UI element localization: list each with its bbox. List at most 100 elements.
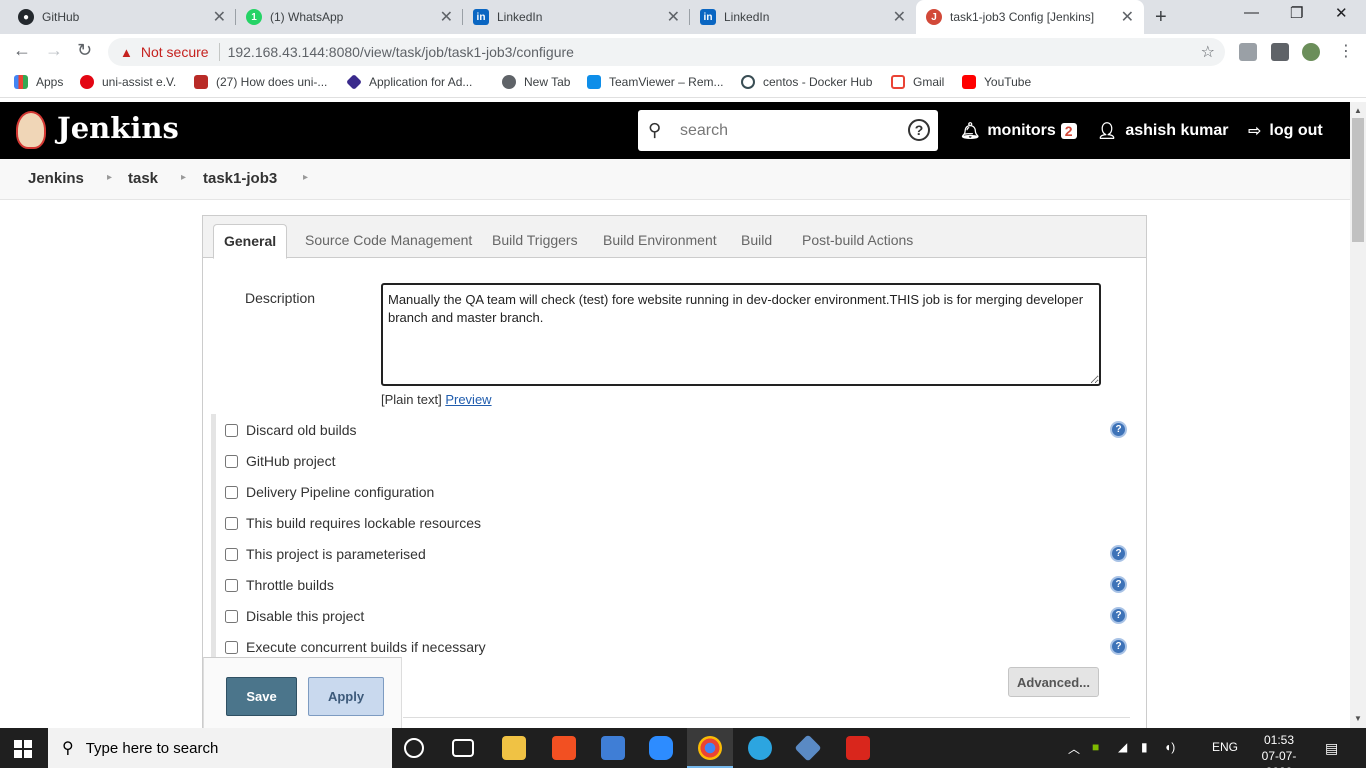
extensions-icon[interactable]	[1271, 43, 1289, 61]
apply-button[interactable]: Apply	[308, 677, 384, 716]
cortana-icon[interactable]	[404, 738, 424, 758]
page-scrollbar[interactable]: ▲ ▼	[1350, 102, 1366, 728]
parameterised-checkbox[interactable]	[225, 547, 238, 561]
taskbar-search-input[interactable]	[85, 739, 366, 757]
save-button[interactable]: Save	[226, 677, 297, 716]
menu-icon[interactable]: ⋮	[1338, 41, 1354, 61]
security-label[interactable]: Not secure	[141, 44, 209, 60]
tray-chevron-icon[interactable]: ︿	[1068, 740, 1080, 757]
description-textarea[interactable]: Manually the QA team will check (test) f…	[381, 283, 1101, 386]
user-link[interactable]: 👤︎ ashish kumar	[1097, 121, 1228, 141]
help-icon[interactable]: ?	[908, 119, 930, 141]
preview-link[interactable]: Preview	[445, 392, 491, 407]
restore-icon[interactable]: ❐	[1290, 4, 1303, 22]
browser-tab-jenkins[interactable]: J task1-job3 Config [Jenkins] ✕	[916, 0, 1144, 34]
search-input[interactable]	[680, 121, 900, 140]
telegram-icon[interactable]	[748, 736, 772, 760]
delivery-pipeline-checkbox[interactable]	[225, 485, 238, 499]
concurrent-builds-checkbox[interactable]	[225, 640, 238, 654]
option-lockable-resources[interactable]: This build requires lockable resources	[225, 515, 481, 531]
window-close-icon[interactable]: ✕	[1335, 4, 1348, 22]
bookmark-gmail[interactable]: Gmail	[891, 75, 944, 89]
store-icon[interactable]	[552, 736, 576, 760]
browser-tab-whatsapp[interactable]: 1 (1) WhatsApp ✕	[236, 0, 463, 34]
bookmark-new-tab[interactable]: New Tab	[502, 75, 570, 89]
nvidia-icon[interactable]: ■	[1092, 740, 1099, 754]
option-parameterised[interactable]: This project is parameterised	[225, 546, 426, 562]
jenkins-title[interactable]: Jenkins	[57, 111, 179, 145]
cast-icon[interactable]	[1239, 43, 1257, 61]
help-icon[interactable]: ?	[1110, 421, 1127, 438]
scroll-down-icon[interactable]: ▼	[1354, 714, 1362, 723]
breadcrumb-task[interactable]: task	[128, 170, 158, 187]
redhat-icon[interactable]	[846, 736, 870, 760]
disable-project-checkbox[interactable]	[225, 609, 238, 623]
close-icon[interactable]: ✕	[893, 7, 906, 27]
lockable-resources-checkbox[interactable]	[225, 516, 238, 530]
option-disable-project[interactable]: Disable this project	[225, 608, 364, 624]
tab-post-build-actions[interactable]: Post-build Actions	[802, 232, 913, 248]
breadcrumb-job[interactable]: task1-job3	[203, 170, 277, 187]
logout-link[interactable]: ⇨ log out	[1248, 121, 1323, 141]
help-icon[interactable]: ?	[1110, 545, 1127, 562]
bookmark-star-icon[interactable]: ☆	[1201, 42, 1215, 62]
wifi-icon[interactable]: ◢	[1118, 740, 1127, 754]
bookmark-docker-hub[interactable]: centos - Docker Hub	[741, 75, 872, 89]
virtualbox-icon[interactable]	[794, 734, 822, 762]
throttle-builds-checkbox[interactable]	[225, 578, 238, 592]
url-text[interactable]: 192.168.43.144:8080/view/task/job/task1-…	[228, 44, 574, 60]
github-project-checkbox[interactable]	[225, 454, 238, 468]
clock[interactable]: 01:53 07-07-2020	[1250, 732, 1308, 768]
jenkins-logo-icon[interactable]	[16, 111, 46, 149]
profile-avatar[interactable]	[1302, 43, 1320, 61]
tab-general[interactable]: General	[213, 224, 288, 259]
reload-icon[interactable]: ↻	[77, 40, 92, 61]
discard-old-builds-checkbox[interactable]	[225, 423, 238, 437]
browser-tab-github[interactable]: ● GitHub ✕	[8, 0, 236, 34]
help-icon[interactable]: ?	[1110, 607, 1127, 624]
file-explorer-icon[interactable]	[502, 736, 526, 760]
close-icon[interactable]: ✕	[667, 7, 680, 27]
option-delivery-pipeline[interactable]: Delivery Pipeline configuration	[225, 484, 434, 500]
notifications-icon[interactable]: ▤	[1325, 740, 1338, 757]
advanced-button[interactable]: Advanced...	[1008, 667, 1099, 697]
tab-build-environment[interactable]: Build Environment	[603, 232, 717, 248]
scroll-up-icon[interactable]: ▲	[1354, 106, 1362, 115]
task-view-icon[interactable]	[452, 739, 474, 757]
breadcrumb-arrow-icon[interactable]: ▸	[181, 172, 186, 183]
help-icon[interactable]: ?	[1110, 638, 1127, 655]
browser-tab-linkedin-2[interactable]: in LinkedIn ✕	[690, 0, 916, 34]
option-discard-old-builds[interactable]: Discard old builds	[225, 422, 357, 438]
browser-tab-linkedin[interactable]: in LinkedIn ✕	[463, 0, 690, 34]
taskbar-search[interactable]: ⚲	[48, 728, 392, 768]
minimize-icon[interactable]: —	[1244, 4, 1259, 21]
new-tab-button[interactable]: +	[1155, 6, 1167, 29]
monitors-link[interactable]: 🔔︎ monitors 2	[960, 121, 1077, 141]
breadcrumb-jenkins[interactable]: Jenkins	[28, 170, 84, 187]
forward-icon[interactable]: →	[45, 40, 63, 61]
option-github-project[interactable]: GitHub project	[225, 453, 335, 469]
tab-source-code-management[interactable]: Source Code Management	[305, 232, 472, 248]
chrome-icon[interactable]	[698, 736, 722, 760]
option-concurrent-builds[interactable]: Execute concurrent builds if necessary	[225, 639, 486, 655]
bookmark-apps[interactable]: Apps	[14, 75, 63, 89]
help-icon[interactable]: ?	[1110, 576, 1127, 593]
close-icon[interactable]: ✕	[440, 7, 453, 27]
bookmark-teamviewer[interactable]: TeamViewer – Rem...	[587, 75, 724, 89]
back-icon[interactable]: ←	[13, 40, 31, 61]
tab-build[interactable]: Build	[741, 232, 772, 248]
zoom-icon[interactable]	[649, 736, 673, 760]
option-throttle-builds[interactable]: Throttle builds	[225, 577, 334, 593]
close-icon[interactable]: ✕	[1121, 7, 1134, 27]
language-indicator[interactable]: ENG	[1212, 740, 1238, 754]
close-icon[interactable]: ✕	[213, 7, 226, 27]
scroll-thumb[interactable]	[1352, 118, 1364, 242]
computer-icon[interactable]	[601, 736, 625, 760]
bookmark-uni-assist[interactable]: uni-assist e.V.	[80, 75, 176, 89]
windows-start-icon[interactable]	[14, 740, 32, 758]
bookmark-quora[interactable]: (27) How does uni-...	[194, 75, 327, 89]
tab-build-triggers[interactable]: Build Triggers	[492, 232, 578, 248]
volume-icon[interactable]: ◖)	[1164, 740, 1175, 754]
bookmark-application[interactable]: Application for Ad...	[346, 74, 472, 90]
microphone-icon[interactable]: ▮	[1141, 740, 1148, 754]
